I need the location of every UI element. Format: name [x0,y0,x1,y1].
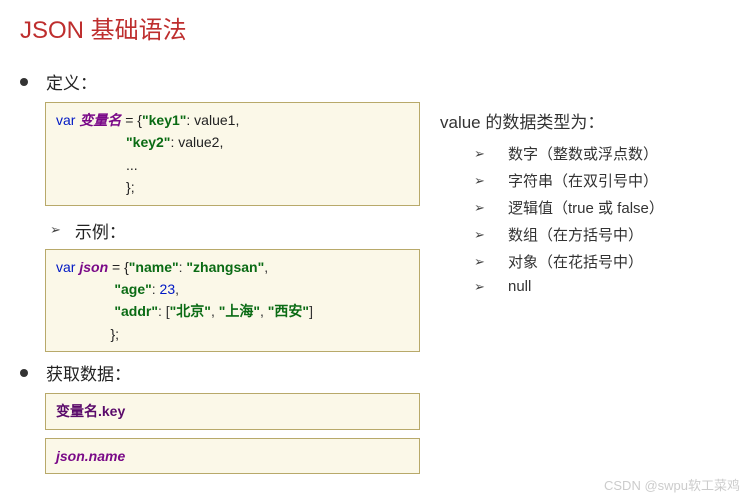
json-ident: json [79,259,108,275]
example-codebox: var json = {"name": "zhangsan", "age": 2… [45,249,420,353]
value-types-list: ➢数字（整数或浮点数） ➢字符串（在双引号中） ➢逻辑值（true 或 fals… [440,143,732,295]
arrow-icon: ➢ [474,146,494,162]
getdata-label: 获取数据： [46,360,131,385]
list-item: ➢null [474,278,732,295]
example-heading: ➢ 示例： [50,218,420,243]
var-keyword: var [56,112,75,128]
definition-codebox: var 变量名 = {"key1": value1, "key2": value… [45,102,420,206]
arrow-icon: ➢ [474,200,494,216]
access-codebox-1: 变量名.key [45,393,420,429]
example-label: 示例： [75,218,126,243]
bullet-icon [20,78,28,86]
arrow-icon: ➢ [474,279,494,295]
list-item: ➢对象（在花括号中） [474,251,732,272]
definition-heading: 定义： [20,69,420,94]
access-codebox-2: json.name [45,438,420,474]
definition-label: 定义： [46,69,97,94]
list-item: ➢数字（整数或浮点数） [474,143,732,164]
left-column: 定义： var 变量名 = {"key1": value1, "key2": v… [20,63,420,482]
value-types-title: value 的数据类型为： [440,108,732,133]
arrow-icon: ➢ [474,173,494,189]
right-column: value 的数据类型为： ➢数字（整数或浮点数） ➢字符串（在双引号中） ➢逻… [440,63,732,482]
var-keyword: var [56,259,75,275]
bullet-icon [20,369,28,377]
page-title: JSON 基础语法 [20,10,732,45]
list-item: ➢逻辑值（true 或 false） [474,197,732,218]
list-item: ➢数组（在方括号中） [474,224,732,245]
watermark: CSDN @swpu软工菜鸡 [604,475,740,494]
arrow-icon: ➢ [474,227,494,243]
variable-name: 变量名 [79,112,121,128]
arrow-icon: ➢ [50,222,61,238]
list-item: ➢字符串（在双引号中） [474,170,732,191]
arrow-icon: ➢ [474,254,494,270]
getdata-heading: 获取数据： [20,360,420,385]
